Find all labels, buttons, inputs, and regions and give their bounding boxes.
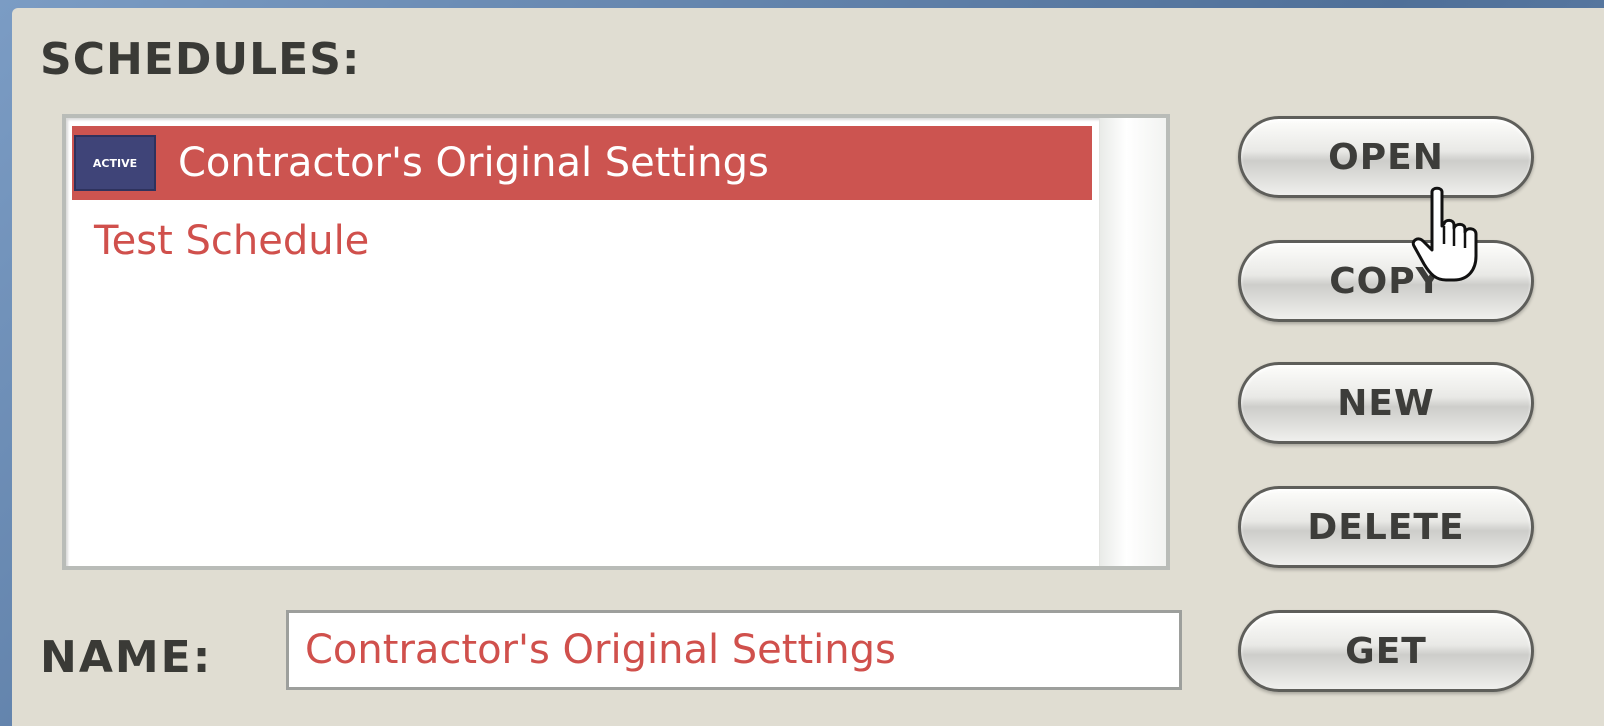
schedules-heading: SCHEDULES: <box>40 34 361 85</box>
schedule-list-content: ACTIVE Contractor's Original Settings Te… <box>66 118 1096 566</box>
list-item-contractors-original-settings[interactable]: ACTIVE Contractor's Original Settings <box>72 126 1092 200</box>
list-item-label: Contractor's Original Settings <box>178 140 769 186</box>
delete-button[interactable]: DELETE <box>1238 486 1534 568</box>
open-button[interactable]: OPEN <box>1238 116 1534 198</box>
name-input[interactable] <box>286 610 1182 690</box>
name-label: NAME: <box>40 632 213 683</box>
list-item-test-schedule[interactable]: Test Schedule <box>72 204 1092 278</box>
active-badge-icon: ACTIVE <box>74 135 156 191</box>
new-button[interactable]: NEW <box>1238 362 1534 444</box>
list-item-label: Test Schedule <box>94 218 370 264</box>
get-button[interactable]: GET <box>1238 610 1534 692</box>
schedule-list[interactable]: ACTIVE Contractor's Original Settings Te… <box>62 114 1170 570</box>
list-scrollbar[interactable] <box>1099 118 1166 566</box>
copy-button[interactable]: COPY <box>1238 240 1534 322</box>
